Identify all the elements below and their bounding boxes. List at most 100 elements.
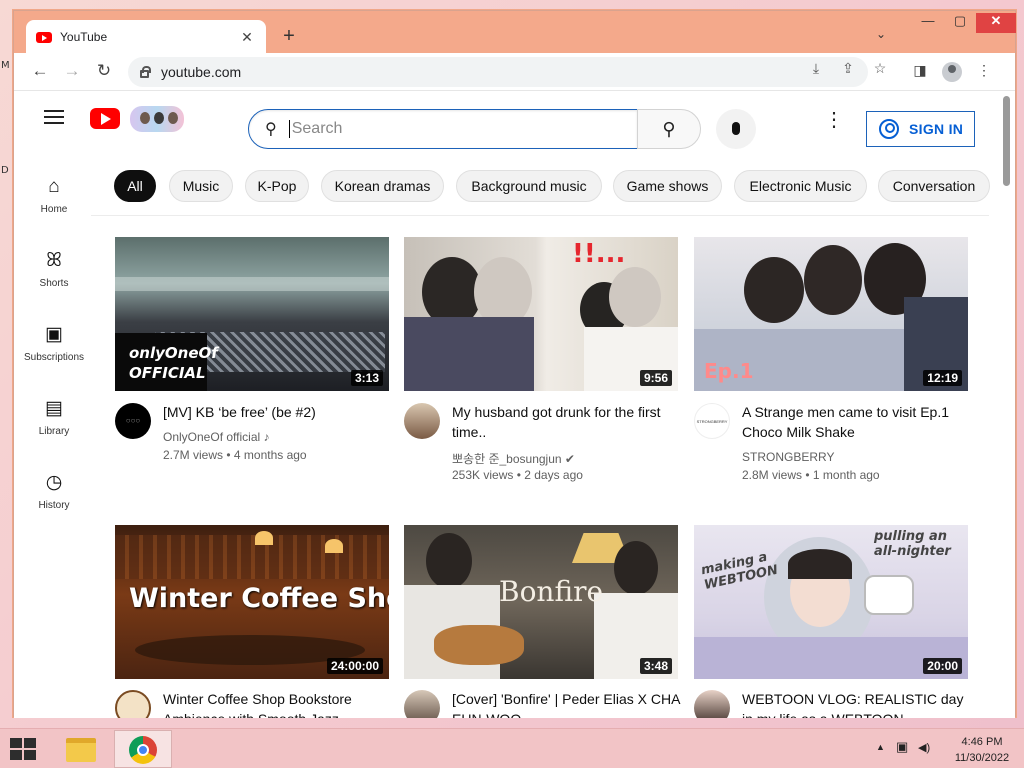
search-icon: ⚲ bbox=[265, 121, 277, 138]
chip-electronic-music[interactable]: Electronic Music bbox=[734, 170, 867, 202]
reload-button[interactable]: ↻ bbox=[92, 59, 116, 83]
video-title[interactable]: [Cover] 'Bonfire' | Peder Elias X CHA EU… bbox=[452, 689, 682, 718]
maximize-button[interactable]: ▢ bbox=[944, 13, 976, 33]
start-button[interactable] bbox=[8, 737, 38, 761]
profile-avatar-icon[interactable] bbox=[942, 62, 962, 82]
channel-name[interactable]: 뽀송한 준_bosungjun ✔ bbox=[452, 450, 575, 467]
address-bar[interactable]: youtube.com bbox=[128, 57, 868, 87]
video-title[interactable]: My husband got drunk for the first time.… bbox=[452, 402, 682, 442]
desktop-icon-label: D bbox=[1, 165, 9, 176]
channel-avatar[interactable] bbox=[115, 690, 151, 718]
thumbnail-hair bbox=[788, 549, 852, 579]
video-thumbnail[interactable]: Winter Coffee Shop 24:00:00 bbox=[115, 525, 389, 679]
channel-avatar[interactable]: STRONGBERRY bbox=[694, 403, 730, 439]
tray-overflow-icon[interactable]: ▲ bbox=[876, 742, 885, 752]
chip-music[interactable]: Music bbox=[169, 170, 233, 202]
new-tab-button[interactable]: + bbox=[278, 25, 300, 48]
thumbnail-text: Winter Coffee Shop bbox=[129, 583, 389, 614]
settings-more-icon[interactable]: ⋮ bbox=[824, 110, 844, 130]
video-title[interactable]: Winter Coffee Shop Bookstore Ambience wi… bbox=[163, 689, 393, 718]
video-duration: 20:00 bbox=[923, 658, 962, 674]
thumbnail-bookshelf bbox=[115, 535, 389, 579]
video-thumbnail[interactable]: Bonfire 3:48 bbox=[404, 525, 678, 679]
tab-youtube[interactable]: YouTube ✕ bbox=[26, 20, 266, 54]
tab-close-icon[interactable]: ✕ bbox=[238, 29, 256, 46]
desktop-icon-label: M bbox=[1, 60, 10, 71]
youtube-doodle-icon[interactable] bbox=[130, 106, 184, 132]
clock-date: 11/30/2022 bbox=[954, 752, 1010, 764]
channel-avatar[interactable] bbox=[694, 690, 730, 718]
forward-button[interactable]: → bbox=[60, 59, 84, 83]
guide-item-library[interactable]: ▤ Library bbox=[14, 396, 94, 437]
thumbnail-text: Ep.1 bbox=[704, 359, 754, 383]
scrollbar-thumb[interactable] bbox=[1003, 96, 1010, 186]
subscriptions-icon: ▣ bbox=[45, 324, 63, 345]
account-circle-icon bbox=[879, 119, 899, 139]
chip-background-music[interactable]: Background music bbox=[456, 170, 602, 202]
menu-hamburger-icon[interactable] bbox=[44, 110, 64, 124]
search-input[interactable] bbox=[288, 120, 589, 138]
shorts-icon: ꕤ bbox=[46, 250, 62, 271]
youtube-favicon-icon bbox=[36, 31, 52, 43]
search-button[interactable]: ⚲ bbox=[637, 109, 701, 149]
guide-item-shorts[interactable]: ꕤ Shorts bbox=[14, 248, 94, 289]
chip-kpop[interactable]: K-Pop bbox=[245, 170, 309, 202]
thumbnail-person bbox=[744, 257, 804, 323]
video-thumbnail[interactable]: Ep.1 12:19 bbox=[694, 237, 968, 391]
thumbnail-text: !!... bbox=[572, 239, 626, 269]
sign-in-label: SIGN IN bbox=[909, 121, 964, 137]
chip-game-shows[interactable]: Game shows bbox=[613, 170, 722, 202]
taskbar-clock[interactable]: 4:46 PM 11/30/2022 bbox=[942, 734, 1022, 766]
video-title[interactable]: WEBTOON VLOG: REALISTIC day in my life a… bbox=[742, 689, 972, 718]
channel-avatar[interactable] bbox=[404, 690, 440, 718]
guide-item-label: Shorts bbox=[39, 278, 69, 289]
masthead: ⚲ ⚲ ⋮ SIGN IN bbox=[14, 92, 998, 149]
back-button[interactable]: ← bbox=[28, 59, 52, 83]
channel-name[interactable]: OnlyOneOf official ♪ bbox=[163, 430, 270, 444]
video-thumbnail[interactable]: !!... 9:56 bbox=[404, 237, 678, 391]
thumbnail-timer bbox=[864, 575, 914, 615]
share-icon[interactable]: ⇪ bbox=[837, 60, 859, 77]
guide-item-history[interactable]: ◷ History bbox=[14, 470, 94, 511]
youtube-logo-icon[interactable] bbox=[90, 108, 120, 129]
chip-conversation[interactable]: Conversation bbox=[878, 170, 990, 202]
taskbar-file-explorer[interactable] bbox=[52, 730, 110, 768]
thumbnail-text: Bonfire bbox=[499, 575, 604, 608]
video-metadata: 2.8M views • 1 month ago bbox=[742, 468, 880, 482]
channel-avatar[interactable]: ○○○ bbox=[115, 403, 151, 439]
side-panel-icon[interactable]: ◨ bbox=[909, 62, 931, 79]
chip-all[interactable]: All bbox=[114, 170, 156, 202]
taskbar-chrome[interactable] bbox=[114, 730, 172, 768]
video-duration: 3:48 bbox=[639, 658, 672, 674]
sign-in-button[interactable]: SIGN IN bbox=[866, 111, 975, 147]
video-thumbnail[interactable]: onlyOneOf OFFICIAL 3:13 bbox=[115, 237, 389, 391]
channel-name[interactable]: STRONGBERRY bbox=[742, 450, 834, 464]
tab-search-icon[interactable]: ⌄ bbox=[876, 27, 886, 41]
thumbnail-text: pulling an all-nighter bbox=[874, 529, 951, 559]
video-title[interactable]: A Strange men came to visit Ep.1 Choco M… bbox=[742, 402, 972, 442]
install-app-icon[interactable]: ⤓ bbox=[805, 60, 827, 77]
guide-item-subscriptions[interactable]: ▣ Subscriptions bbox=[14, 322, 94, 363]
thumbnail-person bbox=[609, 267, 661, 327]
windows-logo-icon bbox=[10, 750, 22, 760]
page-scrollbar[interactable] bbox=[998, 92, 1015, 718]
close-button[interactable]: ✕ bbox=[976, 13, 1016, 33]
channel-avatar[interactable] bbox=[404, 403, 440, 439]
thumbnail-guitar bbox=[434, 625, 524, 665]
network-icon[interactable]: ▣ bbox=[896, 739, 908, 755]
chip-korean-dramas[interactable]: Korean dramas bbox=[321, 170, 444, 202]
volume-icon[interactable]: ◀) bbox=[918, 741, 930, 754]
thumbnail-shirt bbox=[404, 317, 534, 391]
browser-menu-icon[interactable]: ⋮ bbox=[973, 62, 995, 79]
video-duration: 24:00:00 bbox=[326, 658, 383, 674]
guide-item-home[interactable]: ⌂ Home bbox=[14, 174, 94, 215]
windows-logo-icon bbox=[10, 738, 22, 748]
bookmark-star-icon[interactable]: ☆ bbox=[869, 60, 891, 77]
thumbnail-lamp bbox=[325, 539, 343, 553]
minimize-button[interactable]: — bbox=[912, 13, 944, 33]
video-title[interactable]: [MV] KB ‘be free’ (be #2) bbox=[163, 402, 393, 422]
address-url[interactable]: youtube.com bbox=[161, 64, 241, 80]
voice-search-button[interactable] bbox=[716, 109, 756, 149]
title-bar: YouTube ✕ + ⌄ — ▢ ✕ bbox=[14, 11, 1016, 54]
video-thumbnail[interactable]: making a WEBTOON pulling an all-nighter … bbox=[694, 525, 968, 679]
